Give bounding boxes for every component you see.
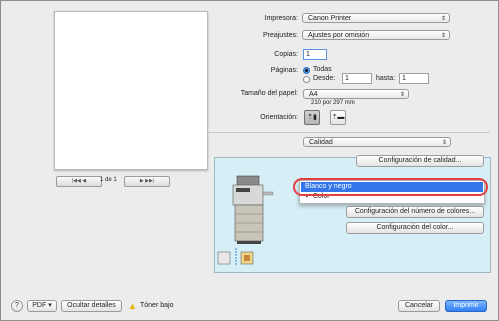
color-settings-button[interactable]: Configuración del color... xyxy=(346,222,484,234)
pages-from-field[interactable]: 1 xyxy=(342,73,372,84)
updown-arrow-icon: ⇕ xyxy=(441,140,447,146)
paper-dimensions: 210 por 297 mm xyxy=(311,100,355,106)
pages-from-label: Desde: xyxy=(313,75,336,82)
highlight-annotation xyxy=(293,178,488,196)
print-dialog: |◀◀ ◀ 1 de 1 ▶ ▶▶| Impresora: Canon Prin… xyxy=(0,0,499,321)
pdf-label: PDF xyxy=(32,302,47,309)
color-mode-icon xyxy=(217,248,254,266)
presets-popup[interactable]: Ajustes por omisión ⇕ xyxy=(302,30,450,40)
pages-to-field[interactable]: 1 xyxy=(399,73,429,84)
landscape-icon: ⇡▬ xyxy=(331,114,345,121)
prev-page-buttons[interactable]: |◀◀ ◀ xyxy=(56,176,102,187)
landscape-orientation-button[interactable]: ⇡▬ xyxy=(330,110,346,125)
printer-popup[interactable]: Canon Printer ⇕ xyxy=(302,13,450,23)
warning-icon: ▲ xyxy=(128,301,137,311)
pages-all-label: Todas xyxy=(313,66,332,73)
low-toner-label: Tóner bajo xyxy=(140,302,174,309)
next-page-buttons[interactable]: ▶ ▶▶| xyxy=(124,176,170,187)
pages-label: Páginas: xyxy=(270,67,298,74)
pages-all-radio[interactable] xyxy=(303,67,310,74)
page-counter: 1 de 1 xyxy=(100,177,117,183)
updown-arrow-icon: ⇕ xyxy=(440,16,446,22)
page-preview xyxy=(54,11,208,170)
printer-value: Canon Printer xyxy=(308,15,352,22)
paper-size-value: A4 xyxy=(309,91,318,98)
help-button[interactable]: ? xyxy=(11,300,23,312)
paper-size-popup[interactable]: A4 ⇕ xyxy=(303,89,409,99)
copies-label: Copias: xyxy=(274,51,298,58)
color-count-settings-button[interactable]: Configuración del número de colores... xyxy=(346,206,484,218)
section-value: Calidad xyxy=(309,139,333,146)
pages-to-label: hasta: xyxy=(376,75,396,82)
paper-size-label: Tamaño del papel: xyxy=(240,90,298,97)
print-button[interactable]: Imprimir xyxy=(445,300,487,312)
updown-arrow-icon: ⇕ xyxy=(440,33,446,39)
presets-label: Preajustes: xyxy=(262,32,298,39)
orientation-label: Orientación: xyxy=(260,114,298,121)
presets-value: Ajustes por omisión xyxy=(308,32,370,39)
copies-field[interactable]: 1 xyxy=(303,49,327,60)
cancel-button[interactable]: Cancelar xyxy=(398,300,440,312)
chevron-down-icon: ▾ xyxy=(48,302,52,309)
quality-settings-button[interactable]: Configuración de calidad... xyxy=(356,155,484,167)
updown-arrow-icon: ⇕ xyxy=(399,92,405,98)
portrait-icon: ⇡▮ xyxy=(307,114,317,121)
portrait-orientation-button[interactable]: ⇡▮ xyxy=(304,110,320,125)
pages-range-radio[interactable] xyxy=(303,76,310,83)
hide-details-button[interactable]: Ocultar detalles xyxy=(61,300,122,312)
printer-label: Impresora: xyxy=(264,15,298,22)
separator xyxy=(208,132,490,133)
section-popup[interactable]: Calidad ⇕ xyxy=(303,137,451,147)
pdf-menu-button[interactable]: PDF ▾ xyxy=(27,300,57,312)
